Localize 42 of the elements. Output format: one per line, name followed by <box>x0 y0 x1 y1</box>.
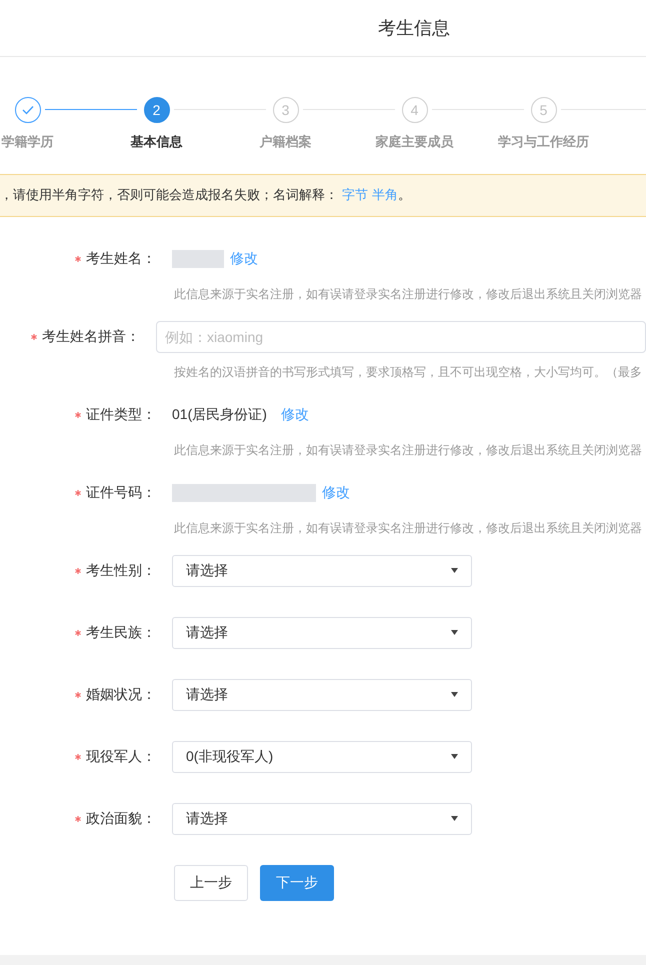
select-dropdown[interactable]: 0(非现役军人) <box>172 740 472 772</box>
field-label: 证件号码： <box>86 483 156 502</box>
step-label[interactable]: 基本信息 <box>130 132 182 152</box>
field-value: 01(居民身份证) <box>172 405 267 424</box>
edit-link[interactable]: 修改 <box>322 482 350 503</box>
redacted-block <box>172 250 224 268</box>
edit-link[interactable]: 修改 <box>230 248 258 269</box>
field-label: 考生姓名： <box>86 249 156 268</box>
next-button[interactable]: 下一步 <box>260 864 334 900</box>
field-label: 证件类型： <box>86 405 156 424</box>
notice-link[interactable]: 半角 <box>372 185 398 205</box>
field-label: 婚姻状况： <box>86 685 156 704</box>
select-dropdown[interactable]: 请选择 <box>172 616 472 648</box>
field-label: 考生性别： <box>86 561 156 580</box>
caret-icon <box>451 754 458 759</box>
back-button[interactable]: 上一步 <box>174 864 248 900</box>
field-label: 现役军人： <box>86 747 156 766</box>
page-title: 考生信息 <box>378 16 450 40</box>
step-label[interactable]: 家庭主要成员 <box>376 132 454 152</box>
select-dropdown[interactable]: 请选择 <box>172 802 472 834</box>
field-hint: 此信息来源于实名注册，如有误请登录实名注册进行修改，修改后退出系统且关闭浏览器 <box>174 286 643 302</box>
field-label: 政治面貌： <box>86 809 156 828</box>
field-label: 考生姓名拼音： <box>42 327 140 346</box>
step-label[interactable]: 学籍学历 <box>2 132 54 152</box>
select-dropdown[interactable]: 请选择 <box>172 678 472 710</box>
caret-icon <box>451 568 458 573</box>
notice-text: ，请使用半角字符，否则可能会造成报名失败；名词解释： <box>0 186 338 204</box>
field-hint: 此信息来源于实名注册，如有误请登录实名注册进行修改，修改后退出系统且关闭浏览器 <box>174 520 643 536</box>
field-hint: 按姓名的汉语拼音的书写形式填写，要求顶格写，且不可出现空格，大小写均可。（最多 <box>174 364 643 380</box>
notice-link[interactable]: 字节 <box>342 185 368 205</box>
caret-icon <box>451 816 458 821</box>
pinyin-input[interactable]: 例如：xiaoming <box>156 320 646 352</box>
step-label[interactable]: 学习与工作经历 <box>498 132 589 152</box>
check-icon <box>22 105 34 115</box>
caret-icon <box>451 692 458 697</box>
caret-icon <box>451 630 458 635</box>
edit-link[interactable]: 修改 <box>280 404 309 425</box>
select-dropdown[interactable]: 请选择 <box>172 554 472 586</box>
notice-period: 。 <box>398 186 411 204</box>
field-label: 考生民族： <box>86 623 156 642</box>
step-label[interactable]: 户籍档案 <box>260 132 312 152</box>
field-hint: 此信息来源于实名注册，如有误请登录实名注册进行修改，修改后退出系统且关闭浏览器 <box>174 442 643 458</box>
